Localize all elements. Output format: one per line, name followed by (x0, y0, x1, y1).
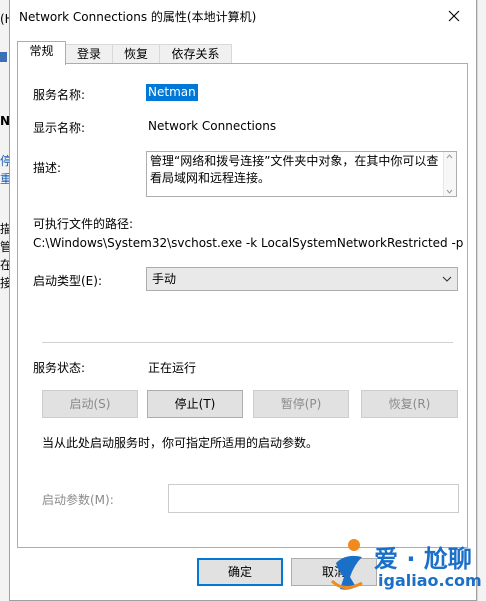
title-bar: Network Connections 的属性(本地计算机) (10, 0, 476, 33)
scroll-arrows-icon (446, 154, 453, 194)
description-label: 描述: (33, 161, 62, 175)
background-fragment: 描 (0, 222, 9, 236)
background-icon (0, 52, 7, 62)
window-title: Network Connections 的属性(本地计算机) (19, 10, 257, 24)
tab-general[interactable]: 常规 (17, 41, 66, 65)
tab-logon[interactable]: 登录 (65, 44, 113, 63)
close-button[interactable] (438, 2, 470, 30)
watermark-name: 爱 · 尬聊 (374, 545, 472, 573)
pause-button[interactable]: 暂停(P) (253, 390, 349, 418)
background-fragment: 停 (0, 154, 9, 168)
background-window-right (477, 0, 486, 601)
exe-path-value[interactable]: C:\Windows\System32\svchost.exe -k Local… (33, 236, 463, 250)
general-panel: 服务名称: Netman 显示名称: Network Connections 描… (17, 63, 468, 548)
ok-button[interactable]: 确定 (197, 558, 283, 586)
start-hint-text: 当从此处启动服务时，你可指定所适用的启动参数。 (42, 436, 319, 450)
start-params-label: 启动参数(M): (42, 493, 114, 507)
startup-type-value: 手动 (152, 272, 177, 286)
separator (42, 342, 453, 343)
exe-path-label: 可执行文件的路径: (33, 217, 134, 231)
display-name-value[interactable]: Network Connections (148, 119, 276, 133)
startup-type-select[interactable]: 手动 (146, 267, 458, 291)
watermark: 爱 · 尬聊 igaliao.com (326, 535, 482, 597)
background-fragment: (H (0, 12, 9, 26)
service-name-value[interactable]: Netman (146, 84, 198, 101)
start-params-input[interactable] (168, 484, 459, 513)
description-scrollbar[interactable] (443, 152, 456, 196)
stop-button[interactable]: 停止(T) (147, 390, 243, 418)
service-status-label: 服务状态: (33, 361, 86, 375)
tab-recovery[interactable]: 恢复 (112, 44, 160, 63)
properties-dialog: Network Connections 的属性(本地计算机) 常规 登录 恢复 … (9, 0, 477, 601)
background-fragment: N (0, 114, 9, 128)
start-button[interactable]: 启动(S) (42, 390, 138, 418)
background-fragment: 在 (0, 258, 9, 272)
tab-dependencies[interactable]: 依存关系 (159, 44, 232, 63)
service-name-label: 服务名称: (33, 88, 86, 102)
resume-button[interactable]: 恢复(R) (361, 390, 458, 418)
description-text: 管理“网络和拨号连接”文件夹中对象，在其中你可以查看局域网和远程连接。 (150, 154, 439, 185)
display-name-label: 显示名称: (33, 121, 86, 135)
watermark-logo-icon (330, 539, 363, 590)
description-textbox[interactable]: 管理“网络和拨号连接”文件夹中对象，在其中你可以查看局域网和远程连接。 (146, 151, 457, 197)
service-status-value: 正在运行 (148, 361, 197, 375)
chevron-down-icon (442, 268, 452, 299)
background-fragment: 接 (0, 276, 9, 290)
startup-type-label: 启动类型(E): (33, 274, 102, 288)
background-fragment: 管 (0, 240, 9, 254)
close-icon (448, 10, 460, 22)
watermark-url: igaliao.com (378, 571, 482, 590)
background-fragment: 重 (0, 172, 9, 186)
